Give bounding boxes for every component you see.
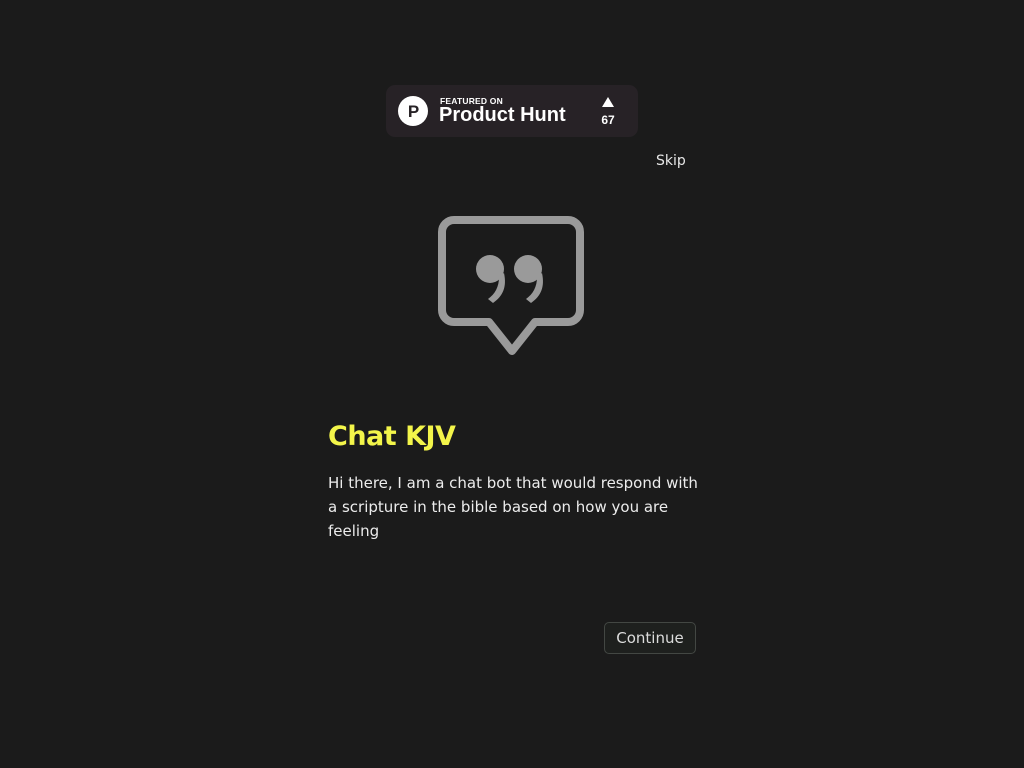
quote-bubble-icon bbox=[438, 216, 584, 355]
product-hunt-logo-letter: P bbox=[408, 102, 419, 121]
app-title: Chat KJV bbox=[328, 421, 456, 452]
product-hunt-brand: Product Hunt bbox=[439, 104, 566, 126]
triangle-up-icon bbox=[602, 97, 614, 107]
app-description: Hi there, I am a chat bot that would res… bbox=[328, 474, 698, 540]
continue-button[interactable]: Continue bbox=[604, 622, 696, 654]
onboarding-screen: P FEATURED ON Product Hunt 67 Skip Chat … bbox=[0, 0, 1024, 768]
product-hunt-badge[interactable]: P FEATURED ON Product Hunt 67 bbox=[386, 85, 638, 137]
product-hunt-logo-icon: P bbox=[398, 96, 428, 126]
upvote-count: 67 bbox=[601, 113, 615, 127]
skip-button[interactable]: Skip bbox=[656, 153, 686, 169]
